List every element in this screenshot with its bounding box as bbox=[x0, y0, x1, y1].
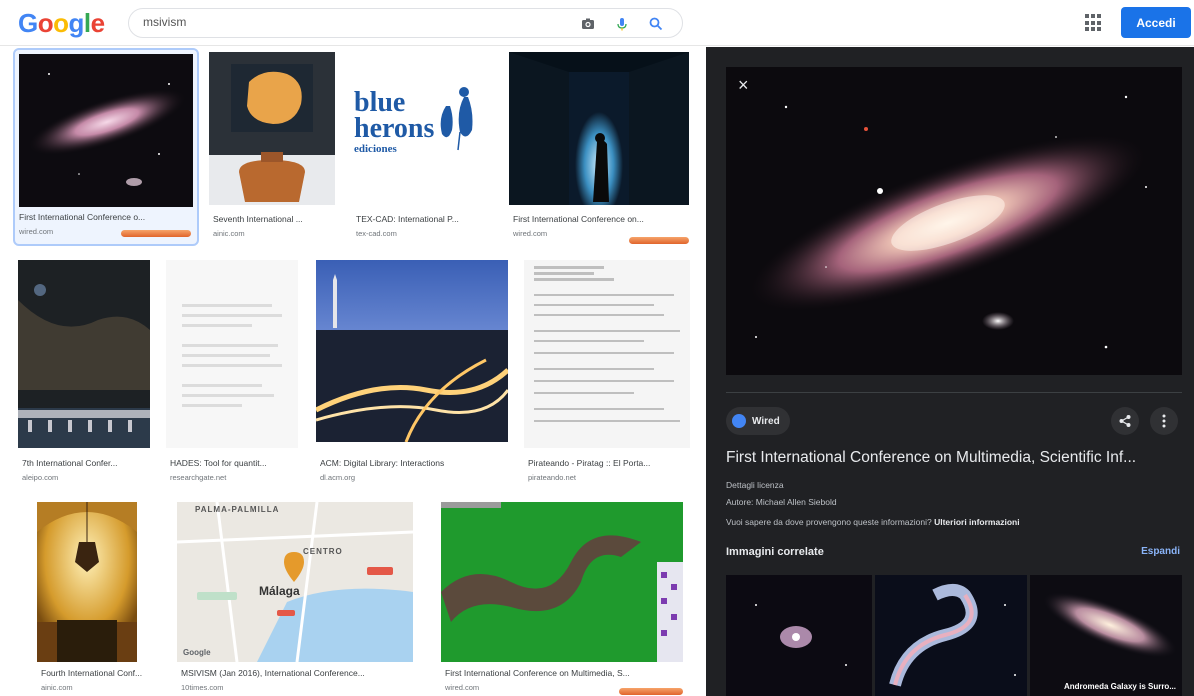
author-text: Autore: Michael Allen Siebold bbox=[726, 497, 837, 507]
result-tile[interactable]: First International Conference on Multim… bbox=[441, 502, 693, 696]
result-tile[interactable]: First International Conference on... wir… bbox=[509, 52, 691, 247]
result-thumbnail[interactable] bbox=[316, 260, 508, 442]
result-thumbnail[interactable]: PALMA-PALMILLA CENTRO Málaga Google bbox=[177, 502, 413, 662]
result-caption: Fourth International Conf... bbox=[41, 668, 143, 678]
result-source: aleipo.com bbox=[22, 473, 59, 482]
more-info-link[interactable]: Ulteriori informazioni bbox=[934, 517, 1019, 527]
result-caption: MSIVISM (Jan 2016), International Confer… bbox=[181, 668, 365, 678]
logo-letter: o bbox=[37, 8, 54, 38]
heron-illustration bbox=[440, 87, 473, 151]
result-tile[interactable]: HADES: Tool for quantit... researchgate.… bbox=[166, 260, 302, 488]
related-badge bbox=[629, 237, 689, 244]
result-thumbnail[interactable] bbox=[166, 260, 298, 448]
logo-letter: l bbox=[83, 8, 91, 38]
result-source: wired.com bbox=[445, 683, 480, 692]
top-bar: Google Accedi bbox=[0, 0, 1194, 46]
preview-title[interactable]: First International Conference on Multim… bbox=[726, 449, 1186, 467]
result-thumbnail[interactable] bbox=[509, 52, 689, 205]
camera-icon[interactable] bbox=[580, 16, 596, 32]
license-details-link[interactable]: Dettagli licenza bbox=[726, 480, 784, 490]
result-thumbnail[interactable] bbox=[441, 502, 683, 662]
result-tile[interactable]: Pirateando - Piratag :: El Porta... pira… bbox=[524, 260, 692, 488]
result-source: 10times.com bbox=[181, 683, 224, 692]
result-source: researchgate.net bbox=[170, 473, 227, 482]
related-image-caption: Andromeda Galaxy is Surro... bbox=[1063, 682, 1176, 691]
source-name: Wired bbox=[752, 415, 780, 427]
result-thumbnail[interactable] bbox=[524, 260, 690, 448]
share-icon bbox=[1119, 415, 1131, 427]
result-tile[interactable]: PALMA-PALMILLA CENTRO Málaga Google MSIV… bbox=[177, 502, 417, 696]
result-tile[interactable]: 7th International Confer... aleipo.com bbox=[18, 260, 154, 488]
result-thumbnail[interactable]: blue herons ediciones bbox=[352, 52, 492, 205]
result-caption: Pirateando - Piratag :: El Porta... bbox=[528, 458, 651, 468]
search-box bbox=[128, 8, 683, 38]
logo-line: herons bbox=[354, 113, 435, 144]
logo-letter: g bbox=[68, 8, 85, 38]
result-tile[interactable]: Seventh International ... ainic.com bbox=[209, 52, 337, 247]
image-results-grid: First International Conference o... wire… bbox=[0, 47, 706, 696]
result-caption: HADES: Tool for quantit... bbox=[170, 458, 267, 468]
result-tile[interactable]: blue herons ediciones TEX-CAD: Internati… bbox=[352, 52, 496, 247]
result-thumbnail[interactable] bbox=[19, 54, 193, 207]
globe-icon bbox=[732, 414, 746, 428]
map-label: PALMA-PALMILLA bbox=[195, 505, 280, 514]
result-tile[interactable]: First International Conference o... wire… bbox=[13, 48, 199, 246]
expand-link[interactable]: Espandi bbox=[1141, 546, 1180, 557]
result-source: pirateando.net bbox=[528, 473, 576, 482]
result-caption: First International Conference on... bbox=[513, 214, 644, 224]
related-badge bbox=[619, 688, 683, 695]
result-source: ainic.com bbox=[41, 683, 73, 692]
result-caption: TEX-CAD: International P... bbox=[356, 214, 459, 224]
search-input[interactable] bbox=[143, 15, 563, 29]
logo-line: ediciones bbox=[354, 143, 397, 155]
image-search-page: Google Accedi bbox=[0, 0, 1194, 696]
result-source: ainic.com bbox=[213, 229, 245, 238]
more-vert-icon bbox=[1162, 414, 1166, 428]
related-image[interactable]: Andromeda Galaxy is Surro... bbox=[1030, 575, 1182, 696]
apps-icon[interactable] bbox=[1085, 14, 1103, 32]
result-caption: ACM: Digital Library: Interactions bbox=[320, 458, 445, 468]
related-image[interactable] bbox=[726, 575, 872, 696]
result-source: wired.com bbox=[19, 227, 54, 236]
result-tile[interactable]: ACM: Digital Library: Interactions dl.ac… bbox=[316, 260, 510, 488]
login-button[interactable]: Accedi bbox=[1121, 7, 1191, 38]
search-icon[interactable] bbox=[648, 16, 664, 32]
result-thumbnail[interactable] bbox=[18, 260, 150, 448]
share-button[interactable] bbox=[1111, 407, 1139, 435]
result-source: dl.acm.org bbox=[320, 473, 356, 482]
panel-divider bbox=[726, 392, 1182, 393]
related-images-title: Immagini correlate bbox=[726, 546, 824, 558]
result-thumbnail[interactable] bbox=[37, 502, 137, 662]
result-source: tex-cad.com bbox=[356, 229, 397, 238]
result-caption: First International Conference o... bbox=[19, 212, 146, 222]
google-logo[interactable]: Google bbox=[18, 8, 105, 39]
map-city-label: Málaga bbox=[259, 584, 300, 598]
result-tile[interactable]: Fourth International Conf... ainic.com bbox=[37, 502, 165, 696]
result-caption: 7th International Confer... bbox=[22, 458, 118, 468]
result-caption: First International Conference on Multim… bbox=[445, 668, 630, 678]
related-image[interactable] bbox=[875, 575, 1027, 696]
logo-letter: e bbox=[90, 8, 105, 38]
logo-letter: G bbox=[18, 8, 38, 38]
info-line: Vuoi sapere da dove provengono queste in… bbox=[726, 517, 1020, 527]
result-thumbnail[interactable] bbox=[209, 52, 335, 205]
more-options-button[interactable] bbox=[1150, 407, 1178, 435]
result-caption: Seventh International ... bbox=[213, 214, 303, 224]
preview-panel: × Wired First International Conference o… bbox=[706, 47, 1194, 696]
preview-image[interactable] bbox=[726, 67, 1182, 375]
close-icon[interactable]: × bbox=[738, 75, 749, 96]
related-badge bbox=[121, 230, 191, 237]
map-label: CENTRO bbox=[303, 547, 343, 556]
mic-icon[interactable] bbox=[614, 16, 630, 32]
source-chip[interactable]: Wired bbox=[726, 407, 790, 435]
blue-herons-logo: blue herons ediciones bbox=[354, 89, 435, 156]
info-question: Vuoi sapere da dove provengono queste in… bbox=[726, 517, 932, 527]
result-source: wired.com bbox=[513, 229, 548, 238]
map-google-label: Google bbox=[183, 648, 211, 657]
logo-letter: o bbox=[53, 8, 69, 38]
